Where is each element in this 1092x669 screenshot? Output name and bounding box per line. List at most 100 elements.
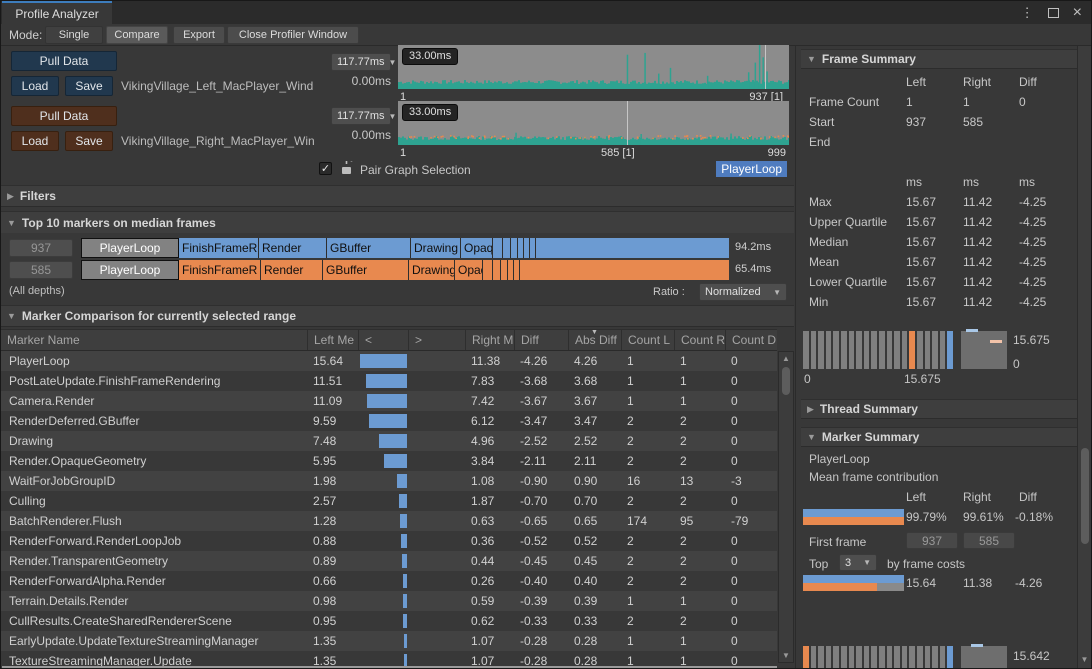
- marker-segment[interactable]: Render: [259, 238, 327, 258]
- scroll-down-icon[interactable]: ▼: [1078, 655, 1091, 664]
- frame-summary-boxplot[interactable]: [961, 331, 1007, 369]
- marker-segment[interactable]: Render: [261, 260, 323, 280]
- column-header--[interactable]: >: [408, 330, 465, 350]
- kebab-menu-icon[interactable]: ⋮: [1021, 5, 1034, 21]
- frame-summary-header[interactable]: ▼ Frame Summary: [801, 49, 1077, 69]
- expanded-arrow-icon: ▼: [807, 54, 816, 64]
- marker-segment[interactable]: Drawing: [409, 260, 455, 280]
- pull-data-left-button[interactable]: Pull Data: [11, 51, 117, 71]
- top10-section-header[interactable]: ▼ Top 10 markers on median frames: [1, 211, 794, 233]
- marker-segment[interactable]: GBuffer: [327, 238, 411, 258]
- marker-segment[interactable]: [483, 260, 493, 280]
- table-row[interactable]: PostLateUpdate.FinishFrameRendering11.51…: [1, 371, 777, 391]
- column-header-abs-diff[interactable]: Abs Diff▼: [568, 330, 621, 350]
- column-header-count-d[interactable]: Count D: [725, 330, 777, 350]
- right-panel-scrollbar-thumb[interactable]: [1081, 448, 1089, 544]
- marker-segment[interactable]: [520, 260, 729, 280]
- marker-summary-boxplot[interactable]: [961, 646, 1007, 669]
- pull-data-right-button[interactable]: Pull Data: [11, 106, 117, 126]
- table-row[interactable]: WaitForJobGroupID1.981.08-0.900.901613-3: [1, 471, 777, 491]
- column-header-diff[interactable]: Diff: [514, 330, 568, 350]
- selected-marker-chip[interactable]: PlayerLoop: [716, 161, 787, 177]
- table-row[interactable]: TextureStreamingManager.Update1.351.07-0…: [1, 651, 777, 667]
- unlock-icon[interactable]: [341, 161, 353, 175]
- column-header-right-m[interactable]: Right M: [465, 330, 514, 350]
- column-header-count-l[interactable]: Count L: [621, 330, 674, 350]
- table-row[interactable]: BatchRenderer.Flush1.280.63-0.650.651749…: [1, 511, 777, 531]
- load-left-button[interactable]: Load: [11, 76, 59, 96]
- column-header-count-r[interactable]: Count R: [674, 330, 725, 350]
- export-button[interactable]: Export: [173, 26, 225, 44]
- close-profiler-window-button[interactable]: Close Profiler Window: [227, 26, 359, 44]
- value-cell: [358, 351, 408, 371]
- first-frame-right-button[interactable]: 585: [963, 532, 1015, 549]
- summary-cell: Mean: [809, 255, 906, 269]
- marker-segment[interactable]: [536, 238, 729, 258]
- right-range-dropdown[interactable]: 117.77ms ▼: [331, 107, 391, 125]
- marker-segment[interactable]: PlayerLoop: [81, 260, 179, 280]
- marker-segment[interactable]: GBuffer: [323, 260, 409, 280]
- mode-compare-button[interactable]: Compare: [106, 26, 168, 44]
- right-panel-scrollbar[interactable]: ▼: [1077, 46, 1092, 669]
- main-toolbar: Mode: Single Compare Export Close Profil…: [1, 24, 1092, 46]
- marker-segment[interactable]: Opaqu: [461, 238, 493, 258]
- table-row[interactable]: RenderForwardAlpha.Render0.660.26-0.400.…: [1, 571, 777, 591]
- marker-segment[interactable]: [503, 238, 511, 258]
- save-right-button[interactable]: Save: [65, 131, 113, 151]
- table-row[interactable]: Drawing7.484.96-2.522.52220: [1, 431, 777, 451]
- marker-segment[interactable]: Drawing: [411, 238, 461, 258]
- close-icon[interactable]: ×: [1073, 4, 1082, 22]
- table-row[interactable]: Render.OpaqueGeometry5.953.84-2.112.1122…: [1, 451, 777, 471]
- marker-segment[interactable]: [501, 260, 508, 280]
- table-scrollbar-thumb[interactable]: [782, 367, 790, 395]
- top-costs-left-value: 15.64: [906, 576, 936, 590]
- table-row[interactable]: Terrain.Details.Render0.980.59-0.390.391…: [1, 591, 777, 611]
- filters-section-header[interactable]: ▶ Filters: [1, 185, 794, 207]
- right-file-name: VikingVillage_Right_MacPlayer_Win: [121, 134, 315, 148]
- thread-summary-header[interactable]: ▶ Thread Summary: [801, 399, 1077, 419]
- pair-graph-selection-checkbox[interactable]: ✓: [319, 162, 332, 175]
- table-row[interactable]: PlayerLoop15.6411.38-4.264.26110: [1, 351, 777, 371]
- marker-segment[interactable]: [493, 238, 503, 258]
- marker-segment[interactable]: [511, 238, 518, 258]
- right-zero-label: 0.00ms: [331, 128, 391, 142]
- frame-585-button[interactable]: 585: [9, 261, 73, 279]
- table-row[interactable]: Culling2.571.87-0.700.70220: [1, 491, 777, 511]
- mode-single-button[interactable]: Single: [45, 26, 103, 44]
- table-row[interactable]: RenderForward.RenderLoopJob0.880.36-0.52…: [1, 531, 777, 551]
- top-n-dropdown[interactable]: 3 ▼: [839, 554, 877, 571]
- value-cell: -3.68: [514, 371, 568, 391]
- column-header--[interactable]: <: [358, 330, 408, 350]
- left-frame-time-graph[interactable]: 33.00ms: [398, 45, 789, 89]
- load-right-button[interactable]: Load: [11, 131, 59, 151]
- marker-summary-histogram[interactable]: [803, 646, 953, 669]
- maximize-icon[interactable]: [1048, 8, 1059, 18]
- marker-segment[interactable]: [493, 260, 501, 280]
- left-range-dropdown[interactable]: 117.77ms ▼: [331, 53, 391, 71]
- frame-937-button[interactable]: 937: [9, 239, 73, 257]
- table-scrollbar[interactable]: ▲ ▼: [778, 351, 794, 663]
- table-row[interactable]: RenderDeferred.GBuffer9.596.12-3.473.472…: [1, 411, 777, 431]
- marker-summary-header[interactable]: ▼ Marker Summary: [801, 427, 1077, 447]
- pane-splitter[interactable]: [795, 46, 796, 669]
- marker-segment[interactable]: FinishFrameR: [179, 238, 259, 258]
- marker-segment[interactable]: FinishFrameR: [179, 260, 261, 280]
- ratio-dropdown[interactable]: Normalized ▼: [699, 283, 787, 301]
- marker-segment[interactable]: PlayerLoop: [81, 238, 179, 258]
- table-row[interactable]: Camera.Render11.097.42-3.673.67110: [1, 391, 777, 411]
- save-left-button[interactable]: Save: [65, 76, 113, 96]
- value-cell: [408, 631, 465, 651]
- marker-segment[interactable]: Opaqu: [455, 260, 483, 280]
- first-frame-left-button[interactable]: 937: [906, 532, 958, 549]
- table-row[interactable]: CullResults.CreateSharedRendererScene0.9…: [1, 611, 777, 631]
- scroll-down-icon[interactable]: ▼: [779, 651, 793, 660]
- frame-summary-histogram[interactable]: [803, 331, 953, 369]
- comparison-section-header[interactable]: ▼ Marker Comparison for currently select…: [1, 305, 794, 327]
- tab-profile-analyzer[interactable]: Profile Analyzer: [2, 1, 112, 24]
- table-row[interactable]: Render.TransparentGeometry0.890.44-0.450…: [1, 551, 777, 571]
- column-header-marker-name[interactable]: Marker Name: [1, 330, 307, 350]
- scroll-up-icon[interactable]: ▲: [779, 354, 793, 363]
- table-row[interactable]: EarlyUpdate.UpdateTextureStreamingManage…: [1, 631, 777, 651]
- right-frame-time-graph[interactable]: 33.00ms: [398, 101, 789, 145]
- column-header-left-me[interactable]: Left Me: [307, 330, 358, 350]
